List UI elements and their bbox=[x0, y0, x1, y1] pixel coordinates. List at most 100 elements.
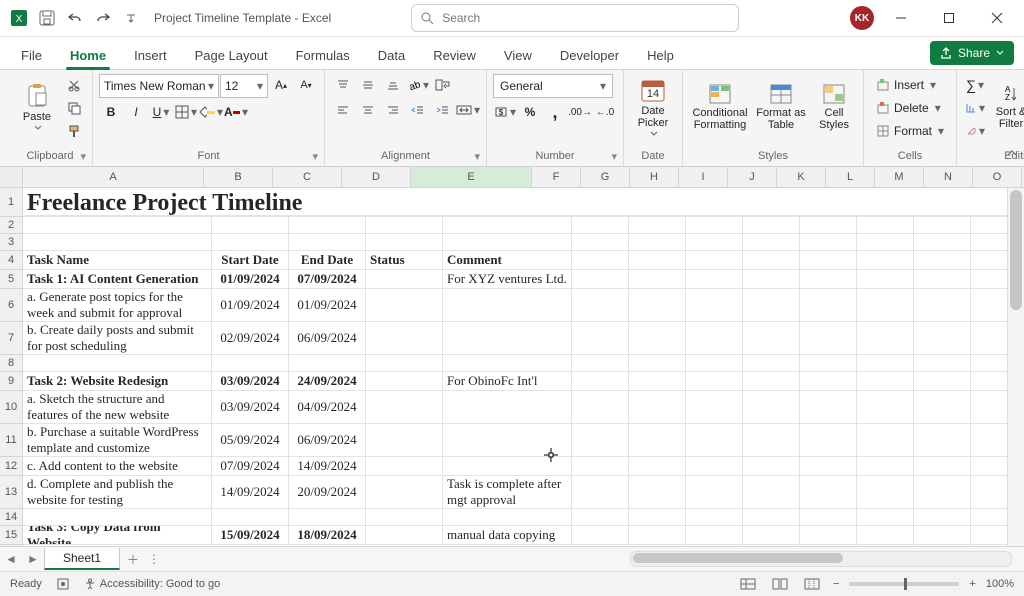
cell-B10[interactable]: 03/09/2024 bbox=[212, 391, 289, 423]
cell-J11[interactable] bbox=[800, 424, 857, 456]
cell-F2[interactable] bbox=[572, 217, 629, 233]
cell-F13[interactable] bbox=[572, 476, 629, 508]
cell-D10[interactable] bbox=[366, 391, 443, 423]
cell-B5[interactable]: 01/09/2024 bbox=[212, 270, 289, 288]
cell-K9[interactable] bbox=[857, 372, 914, 390]
tab-review[interactable]: Review bbox=[422, 41, 487, 69]
cell-I15[interactable] bbox=[743, 526, 800, 544]
cell-A16[interactable] bbox=[23, 545, 212, 546]
percent-format-button[interactable]: % bbox=[518, 101, 542, 123]
sheet-scroll-left[interactable]: ⋮ bbox=[146, 552, 162, 566]
autosave-toggle[interactable] bbox=[34, 5, 60, 31]
cell-L14[interactable] bbox=[914, 509, 971, 525]
cell-B15[interactable]: 15/09/2024 bbox=[212, 526, 289, 544]
cell-H14[interactable] bbox=[686, 509, 743, 525]
row-header-1[interactable]: 1 bbox=[0, 188, 22, 217]
worksheet-grid[interactable]: 1234567891011121314151617 Freelance Proj… bbox=[0, 188, 1024, 546]
zoom-slider[interactable] bbox=[849, 582, 959, 586]
clipboard-launcher[interactable]: ▾ bbox=[80, 150, 86, 163]
cell-F9[interactable] bbox=[572, 372, 629, 390]
row-header-9[interactable]: 9 bbox=[0, 372, 22, 391]
row-header-6[interactable]: 6 bbox=[0, 289, 22, 322]
cell-A11[interactable]: b. Purchase a suitable WordPress templat… bbox=[23, 424, 212, 456]
cell-K2[interactable] bbox=[857, 217, 914, 233]
cell-J8[interactable] bbox=[800, 355, 857, 371]
row-header-11[interactable]: 11 bbox=[0, 424, 22, 457]
align-left-button[interactable] bbox=[331, 99, 355, 121]
qat-customize[interactable] bbox=[118, 5, 144, 31]
cut-button[interactable] bbox=[62, 74, 86, 96]
cells-area[interactable]: Freelance Project TimelineTask NameStart… bbox=[23, 188, 1024, 546]
cell-L12[interactable] bbox=[914, 457, 971, 475]
cell-H10[interactable] bbox=[686, 391, 743, 423]
row-header-15[interactable]: 15 bbox=[0, 526, 22, 545]
cell-B2[interactable] bbox=[212, 217, 289, 233]
sheet-tab-active[interactable]: Sheet1 bbox=[44, 548, 120, 570]
decrease-decimal-button[interactable]: ←.0 bbox=[593, 101, 617, 123]
cell-E6[interactable] bbox=[443, 289, 572, 321]
tab-formulas[interactable]: Formulas bbox=[285, 41, 361, 69]
delete-cells-button[interactable]: Delete▾ bbox=[870, 97, 947, 119]
cell-C16[interactable] bbox=[289, 545, 366, 546]
cell-H7[interactable] bbox=[686, 322, 743, 354]
sheet-nav-prev[interactable]: ◄ bbox=[0, 548, 22, 570]
cell-E12[interactable] bbox=[443, 457, 572, 475]
row-header-5[interactable]: 5 bbox=[0, 270, 22, 289]
row-header-4[interactable]: 4 bbox=[0, 251, 22, 270]
add-sheet-button[interactable]: ＋ bbox=[120, 551, 146, 568]
cell-E13[interactable]: Task is complete after mgt approval bbox=[443, 476, 572, 508]
cell-F5[interactable] bbox=[572, 270, 629, 288]
search-box[interactable] bbox=[411, 4, 739, 32]
cell-H4[interactable] bbox=[686, 251, 743, 269]
italic-button[interactable]: I bbox=[124, 101, 148, 123]
normal-view-button[interactable] bbox=[737, 575, 759, 593]
cell-L3[interactable] bbox=[914, 234, 971, 250]
font-launcher[interactable]: ▾ bbox=[312, 150, 318, 163]
cell-C4[interactable]: End Date bbox=[289, 251, 366, 269]
cell-D15[interactable] bbox=[366, 526, 443, 544]
merge-center-button[interactable]: ▾ bbox=[456, 99, 480, 121]
column-header-M[interactable]: M bbox=[875, 167, 924, 187]
format-painter-button[interactable] bbox=[62, 120, 86, 142]
cell-J13[interactable] bbox=[800, 476, 857, 508]
user-avatar[interactable]: KK bbox=[850, 6, 874, 30]
cell-K4[interactable] bbox=[857, 251, 914, 269]
cell-G5[interactable] bbox=[629, 270, 686, 288]
tab-help[interactable]: Help bbox=[636, 41, 685, 69]
cell-E8[interactable] bbox=[443, 355, 572, 371]
cell-J10[interactable] bbox=[800, 391, 857, 423]
cell-D4[interactable]: Status bbox=[366, 251, 443, 269]
cell-F16[interactable] bbox=[572, 545, 629, 546]
cell-J12[interactable] bbox=[800, 457, 857, 475]
cell-E2[interactable] bbox=[443, 217, 572, 233]
zoom-out-button[interactable]: − bbox=[833, 578, 839, 590]
cell-E16[interactable] bbox=[443, 545, 572, 546]
cell-A8[interactable] bbox=[23, 355, 212, 371]
column-header-N[interactable]: N bbox=[924, 167, 973, 187]
maximize-button[interactable] bbox=[928, 3, 970, 33]
cell-A2[interactable] bbox=[23, 217, 212, 233]
cell-C8[interactable] bbox=[289, 355, 366, 371]
cell-D16[interactable] bbox=[366, 545, 443, 546]
cell-H16[interactable] bbox=[686, 545, 743, 546]
row-header-14[interactable]: 14 bbox=[0, 509, 22, 526]
cell-H11[interactable] bbox=[686, 424, 743, 456]
minimize-button[interactable] bbox=[880, 3, 922, 33]
tab-insert[interactable]: Insert bbox=[123, 41, 178, 69]
cell-E3[interactable] bbox=[443, 234, 572, 250]
cell-I5[interactable] bbox=[743, 270, 800, 288]
cell-G16[interactable] bbox=[629, 545, 686, 546]
column-header-B[interactable]: B bbox=[204, 167, 273, 187]
cell-C5[interactable]: 07/09/2024 bbox=[289, 270, 366, 288]
cell-A14[interactable] bbox=[23, 509, 212, 525]
paste-button[interactable]: Paste bbox=[14, 74, 60, 140]
cell-E14[interactable] bbox=[443, 509, 572, 525]
title-cell[interactable]: Freelance Project Timeline bbox=[23, 188, 1015, 216]
cell-K3[interactable] bbox=[857, 234, 914, 250]
format-as-table-button[interactable]: Format as Table bbox=[753, 74, 809, 140]
cell-K14[interactable] bbox=[857, 509, 914, 525]
share-button[interactable]: Share bbox=[930, 41, 1014, 65]
collapse-ribbon-button[interactable] bbox=[1006, 148, 1018, 160]
cell-F14[interactable] bbox=[572, 509, 629, 525]
align-top-button[interactable] bbox=[331, 74, 355, 96]
